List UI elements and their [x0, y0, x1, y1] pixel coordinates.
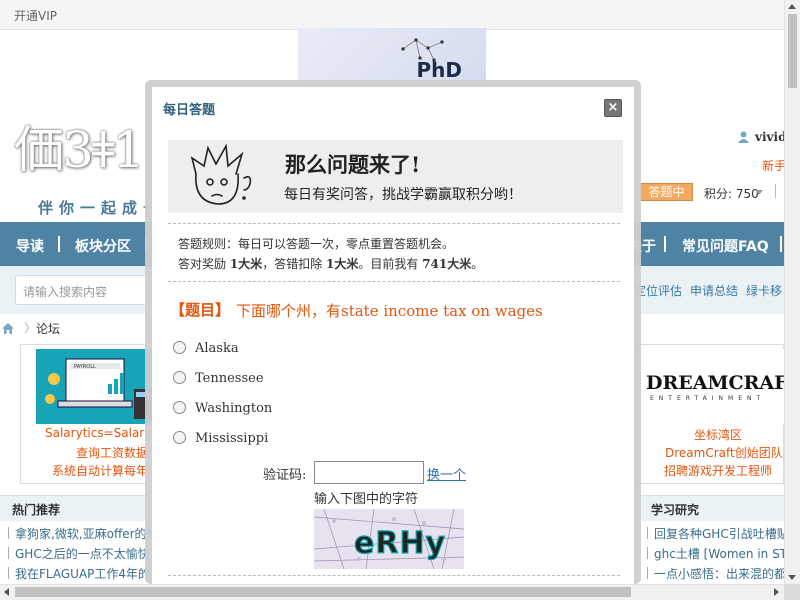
- study-list-title: 学习研究: [651, 503, 700, 517]
- hot-list-title: 热门推荐: [12, 503, 61, 517]
- scroll-down-icon[interactable]: [788, 575, 796, 580]
- balance-amount: 741大米: [422, 257, 472, 271]
- captcha-hint: 输入下图中的字符: [314, 492, 419, 507]
- chevron-down-icon[interactable]: [755, 190, 763, 195]
- horizontal-scroll-thumb[interactable]: [15, 587, 631, 597]
- reward-amount: 1大米: [229, 257, 263, 271]
- question-text: 下面哪个州，有state income tax on wages: [236, 302, 543, 320]
- option-label-alaska[interactable]: Alaska: [195, 341, 239, 356]
- list-bullet: [647, 567, 648, 579]
- scroll-right-icon[interactable]: [774, 588, 779, 596]
- captcha-image[interactable]: eRHy: [314, 509, 464, 569]
- payroll-illustration: PAYROLL: [45, 358, 152, 419]
- scroll-left-icon[interactable]: [4, 588, 9, 596]
- dreamcraft-logo: DREAMCRAFT: [646, 372, 800, 394]
- nav-divider: [780, 236, 782, 252]
- hot-item[interactable]: GHC之后的一点不太愉快: [15, 545, 150, 562]
- rules-text: 。目前我有: [358, 257, 423, 271]
- option-label-mississippi[interactable]: Mississippi: [195, 431, 268, 446]
- quiz-rules: 答题规则：每日可以答题一次，零点重置答题机会。 答对奖励 1大米，答错扣除 1大…: [178, 234, 483, 274]
- captcha-label: 验证码:: [263, 468, 307, 483]
- doodle-face-icon: [190, 144, 252, 205]
- quiz-banner: 那么问题来了! 每日有奖问答，挑战学霸赢取积分哟！: [168, 140, 623, 213]
- question-tag: 【题目】: [170, 301, 231, 319]
- breadcrumb-separator: 〉: [24, 321, 37, 335]
- newbie-link[interactable]: 新手: [762, 157, 786, 174]
- list-bullet: [647, 547, 648, 559]
- search-input[interactable]: 请输入搜索内容: [15, 275, 155, 305]
- nav-item-faq[interactable]: 常见问题FAQ: [682, 236, 769, 256]
- captcha-refresh-link[interactable]: 换一个: [427, 464, 466, 483]
- list-bullet: [8, 527, 9, 539]
- ad-right-line1[interactable]: 坐标湾区: [694, 426, 742, 443]
- option-radio-washington[interactable]: [173, 401, 186, 414]
- quicklink-summary[interactable]: 申请总结: [690, 282, 738, 299]
- banner-text: PhD: [416, 58, 463, 82]
- points-display[interactable]: 积分: 750: [704, 185, 759, 202]
- vertical-scroll-thumb[interactable]: [788, 14, 797, 88]
- ad-left-line2[interactable]: 查询工资数据: [76, 444, 148, 461]
- quiz-banner-subtitle: 每日有奖问答，挑战学霸赢取积分哟！: [284, 187, 522, 203]
- dreamcraft-logo-sub: ENTERTAINMENT: [650, 395, 766, 402]
- rules-line2: 答对奖励 1大米，答错扣除 1大米。目前我有 741大米。: [178, 254, 483, 274]
- modal-title: 每日答题: [163, 103, 216, 118]
- answer-in-progress-button[interactable]: 答题中: [640, 183, 693, 201]
- option-radio-tennessee[interactable]: [173, 371, 186, 384]
- ad-right-line3[interactable]: 招聘游戏开发工程师: [664, 462, 772, 479]
- divider: [168, 281, 620, 282]
- scrollbar-corner: [784, 584, 800, 600]
- study-item[interactable]: ghc土槽 [Women in STEM: [654, 545, 800, 562]
- rules-text: 答对奖励: [178, 257, 230, 271]
- nav-item-guide[interactable]: 导读: [16, 236, 44, 256]
- study-item[interactable]: 回复各种GHC引战吐槽贴: [654, 525, 789, 542]
- top-bar: 开通VIP: [0, 0, 784, 30]
- rules-line1: 答题规则：每日可以答题一次，零点重置答题机会。: [178, 237, 455, 251]
- divider: [168, 223, 620, 224]
- home-icon[interactable]: [1, 322, 15, 335]
- option-label-tennessee[interactable]: Tennessee: [195, 371, 264, 386]
- scroll-up-icon[interactable]: [788, 4, 796, 9]
- logo-glyphs: 価3ǂ1: [14, 121, 145, 179]
- penalty-amount: 1大米: [326, 257, 359, 271]
- list-bullet: [647, 527, 648, 539]
- list-bullet: [8, 547, 9, 559]
- salarytics-ad-image[interactable]: PAYROLL: [36, 349, 156, 424]
- daily-quiz-dialog: 每日答题 × 那么问题来了! 每日有奖问答，挑战学霸赢取积分哟！ 答题规则：每日…: [152, 87, 634, 584]
- ad-right-line2[interactable]: DreamCraft创始团队: [665, 444, 783, 461]
- open-vip-link[interactable]: 开通VIP: [14, 7, 57, 24]
- payroll-label: PAYROLL: [74, 364, 96, 370]
- ad-left-line3[interactable]: 系统自动计算每年收: [52, 462, 160, 479]
- breadcrumb-forum[interactable]: 论坛: [36, 320, 60, 337]
- captcha-text: eRHy: [354, 526, 446, 561]
- option-radio-alaska[interactable]: [173, 341, 186, 354]
- captcha-input[interactable]: [314, 461, 424, 484]
- option-label-washington[interactable]: Washington: [195, 401, 272, 416]
- rules-text: ，答错扣除: [262, 257, 327, 271]
- quicklink-greencard[interactable]: 绿卡移: [746, 282, 782, 299]
- captcha-noise: eRHy: [314, 509, 464, 569]
- divider: [168, 575, 620, 576]
- user-icon: [738, 131, 749, 143]
- hot-item[interactable]: 我在FLAGUAP工作4年的: [15, 565, 150, 582]
- list-bullet: [8, 567, 9, 579]
- close-icon[interactable]: ×: [604, 99, 622, 117]
- divider: [775, 184, 776, 198]
- nav-divider: [664, 236, 666, 252]
- study-item[interactable]: 一点小感悟：出来混的都: [654, 565, 786, 582]
- hot-item[interactable]: 拿狗家,微软,亚麻offer的教: [15, 525, 159, 542]
- rules-text: 。: [471, 257, 484, 271]
- quicklink-assessment[interactable]: 定位评估: [634, 282, 682, 299]
- quiz-banner-headline: 那么问题来了!: [285, 152, 421, 177]
- nav-item-sections[interactable]: 板块分区: [75, 236, 131, 256]
- option-radio-mississippi[interactable]: [173, 431, 186, 444]
- nav-divider: [58, 236, 60, 252]
